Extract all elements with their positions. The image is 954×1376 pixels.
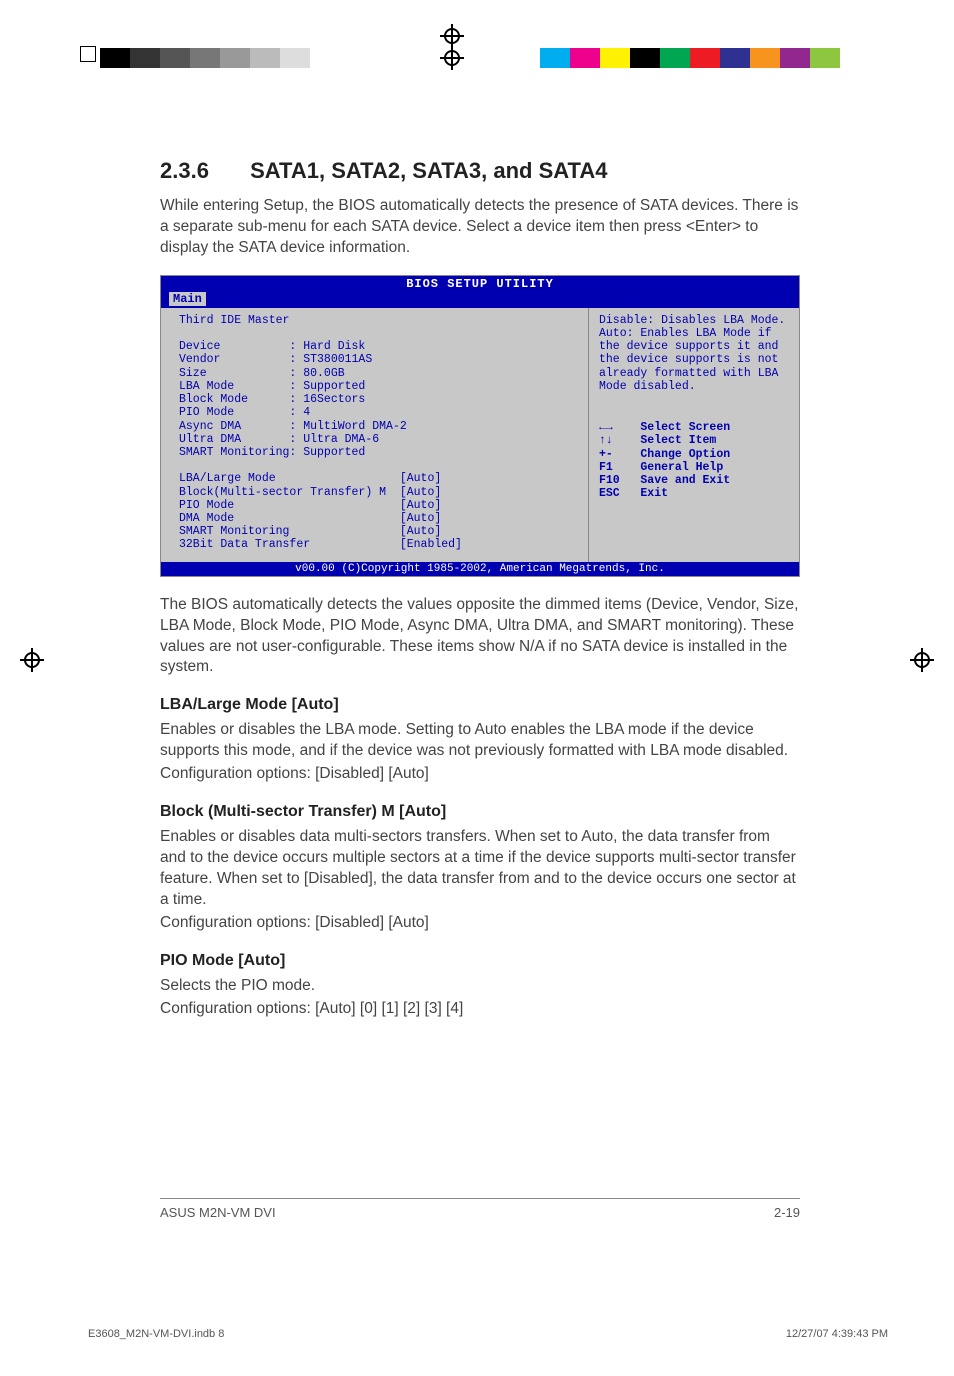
pio-options: Configuration options: [Auto] [0] [1] [2… [160, 999, 800, 1020]
lba-heading: LBA/Large Mode [Auto] [160, 696, 800, 714]
print-marks-top [0, 22, 954, 52]
registration-mark-icon [910, 648, 934, 672]
footer-page-number: 2-19 [774, 1205, 800, 1220]
block-heading: Block (Multi-sector Transfer) M [Auto] [160, 803, 800, 821]
lba-options: Configuration options: [Disabled] [Auto] [160, 764, 800, 785]
bios-screenshot: BIOS SETUP UTILITY Main Third IDE Master… [160, 275, 800, 577]
print-job-info: E3608_M2N-VM-DVI.indb 8 12/27/07 4:39:43… [88, 1328, 888, 1340]
bios-help-panel: Disable: Disables LBA Mode. Auto: Enable… [589, 308, 799, 562]
grayscale-strip [100, 48, 370, 68]
pio-text: Selects the PIO mode. [160, 976, 800, 997]
bios-tab-main: Main [169, 292, 206, 306]
section-title: SATA1, SATA2, SATA3, and SATA4 [250, 158, 607, 183]
bios-nav-keys: ←→ Select Screen ↑↓ Select Item +- Chang… [599, 421, 789, 500]
bios-copyright: v00.00 (C)Copyright 1985-2002, American … [161, 562, 799, 576]
footer-product: ASUS M2N-VM DVI [160, 1205, 276, 1220]
crop-mark [80, 46, 96, 62]
block-options: Configuration options: [Disabled] [Auto] [160, 913, 800, 934]
print-timestamp: 12/27/07 4:39:43 PM [786, 1328, 888, 1340]
registration-mark-icon [20, 648, 44, 672]
bios-title: BIOS SETUP UTILITY [161, 276, 799, 292]
block-text: Enables or disables data multi-sectors t… [160, 827, 800, 911]
registration-mark-icon [440, 24, 464, 48]
pio-heading: PIO Mode [Auto] [160, 952, 800, 970]
bios-left-panel: Third IDE Master Device : Hard Disk Vend… [161, 308, 589, 562]
detection-paragraph: The BIOS automatically detects the value… [160, 595, 800, 679]
section-number: 2.3.6 [160, 158, 244, 184]
page-content: 2.3.6 SATA1, SATA2, SATA3, and SATA4 Whi… [160, 158, 800, 1036]
bios-help-text: Disable: Disables LBA Mode. Auto: Enable… [599, 314, 789, 393]
lba-text: Enables or disables the LBA mode. Settin… [160, 720, 800, 762]
bios-tab-row: Main [161, 292, 799, 308]
page-footer: ASUS M2N-VM DVI 2-19 [160, 1198, 800, 1220]
color-strip [540, 48, 840, 68]
registration-mark-icon [440, 46, 464, 70]
section-heading: 2.3.6 SATA1, SATA2, SATA3, and SATA4 [160, 158, 800, 184]
print-filename: E3608_M2N-VM-DVI.indb 8 [88, 1328, 224, 1340]
section-intro: While entering Setup, the BIOS automatic… [160, 196, 800, 259]
